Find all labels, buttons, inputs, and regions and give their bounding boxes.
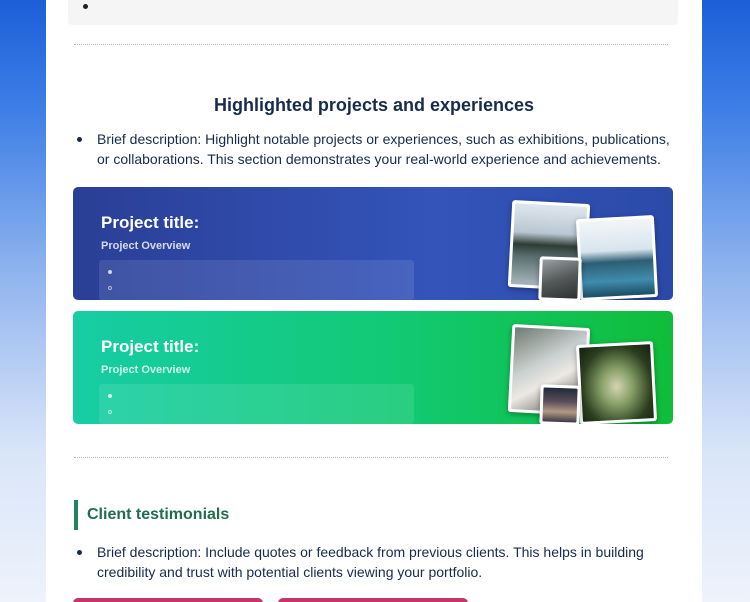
section-description[interactable]: Brief description: Highlight notable pro… (77, 129, 677, 169)
project-title[interactable]: Project title: (101, 337, 199, 357)
section-title: Highlighted projects and experiences (213, 95, 535, 115)
sub-bullet-point (108, 410, 112, 414)
project-card-2[interactable]: Project title: Project Overview (73, 311, 673, 424)
sub-bullet-point (108, 286, 112, 290)
testimonial-card-2[interactable] (278, 598, 468, 602)
holding-hands-photo (575, 341, 658, 424)
lake-island-photo (575, 215, 659, 300)
project-title[interactable]: Project title: (101, 213, 199, 233)
project-overview[interactable]: Project Overview (101, 364, 190, 376)
rock-photo (538, 256, 582, 300)
bullet-point (108, 270, 112, 274)
bullet-point (83, 4, 88, 9)
project-card-1[interactable]: Project title: Project Overview (73, 187, 673, 300)
divider (74, 457, 668, 458)
previous-section-panel[interactable] (68, 0, 678, 25)
testimonials-heading: Client testimonials (74, 500, 229, 530)
project-bullet-list[interactable] (99, 260, 414, 300)
project-overview[interactable]: Project Overview (101, 240, 190, 252)
wedding-guests-photo (539, 384, 581, 424)
page-canvas: Highlighted projects and experiences Bri… (46, 0, 702, 602)
project-bullet-list[interactable] (99, 384, 414, 424)
divider (74, 44, 668, 45)
testimonial-card-1[interactable] (73, 598, 263, 602)
testimonials-description[interactable]: Brief description: Include quotes or fee… (77, 542, 677, 582)
bullet-point (108, 394, 112, 398)
